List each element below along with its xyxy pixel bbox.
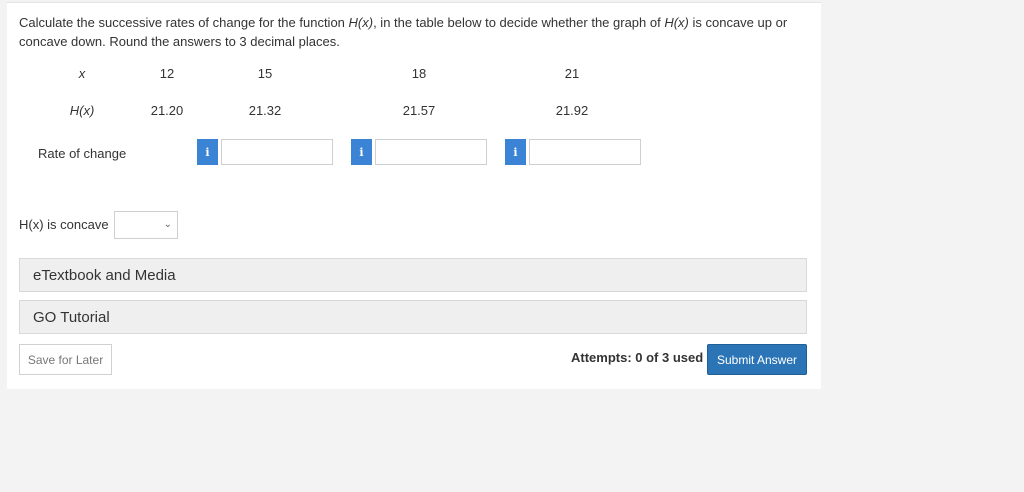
save-for-later-button[interactable]: Save for Later xyxy=(19,344,112,375)
hx-value-2: 21.32 xyxy=(248,103,282,118)
question-part-2: , in the table below to decide whether t… xyxy=(373,15,665,30)
attempts-counter: Attempts: 0 of 3 used xyxy=(571,350,704,365)
x-value-1: 12 xyxy=(159,66,175,81)
question-text: Calculate the successive rates of change… xyxy=(19,13,809,51)
info-icon[interactable]: i xyxy=(197,139,218,165)
submit-answer-button[interactable]: Submit Answer xyxy=(707,344,807,375)
go-tutorial-panel[interactable]: GO Tutorial xyxy=(19,300,807,334)
rate-input-1[interactable] xyxy=(221,139,333,165)
hx-header: H(x) xyxy=(69,103,95,118)
hx-value-1: 21.20 xyxy=(150,103,184,118)
rate-of-change-label: Rate of change xyxy=(38,146,127,161)
x-value-3: 18 xyxy=(411,66,427,81)
concavity-label: H(x) is concave xyxy=(19,217,109,232)
function-name: H(x) xyxy=(664,15,689,30)
rate-input-2[interactable] xyxy=(375,139,487,165)
hx-value-3: 21.57 xyxy=(402,103,436,118)
question-part-1: Calculate the successive rates of change… xyxy=(19,15,349,30)
question-card: Calculate the successive rates of change… xyxy=(7,2,821,389)
x-header: x xyxy=(78,66,86,81)
etextbook-media-panel[interactable]: eTextbook and Media xyxy=(19,258,807,292)
x-value-4: 21 xyxy=(564,66,580,81)
concavity-select[interactable]: ⌄ xyxy=(114,211,178,239)
x-value-2: 15 xyxy=(257,66,273,81)
rate-input-3[interactable] xyxy=(529,139,641,165)
hx-value-4: 21.92 xyxy=(555,103,589,118)
info-icon[interactable]: i xyxy=(351,139,372,165)
chevron-down-icon: ⌄ xyxy=(163,219,172,230)
info-icon[interactable]: i xyxy=(505,139,526,165)
function-name: H(x) xyxy=(348,15,374,30)
